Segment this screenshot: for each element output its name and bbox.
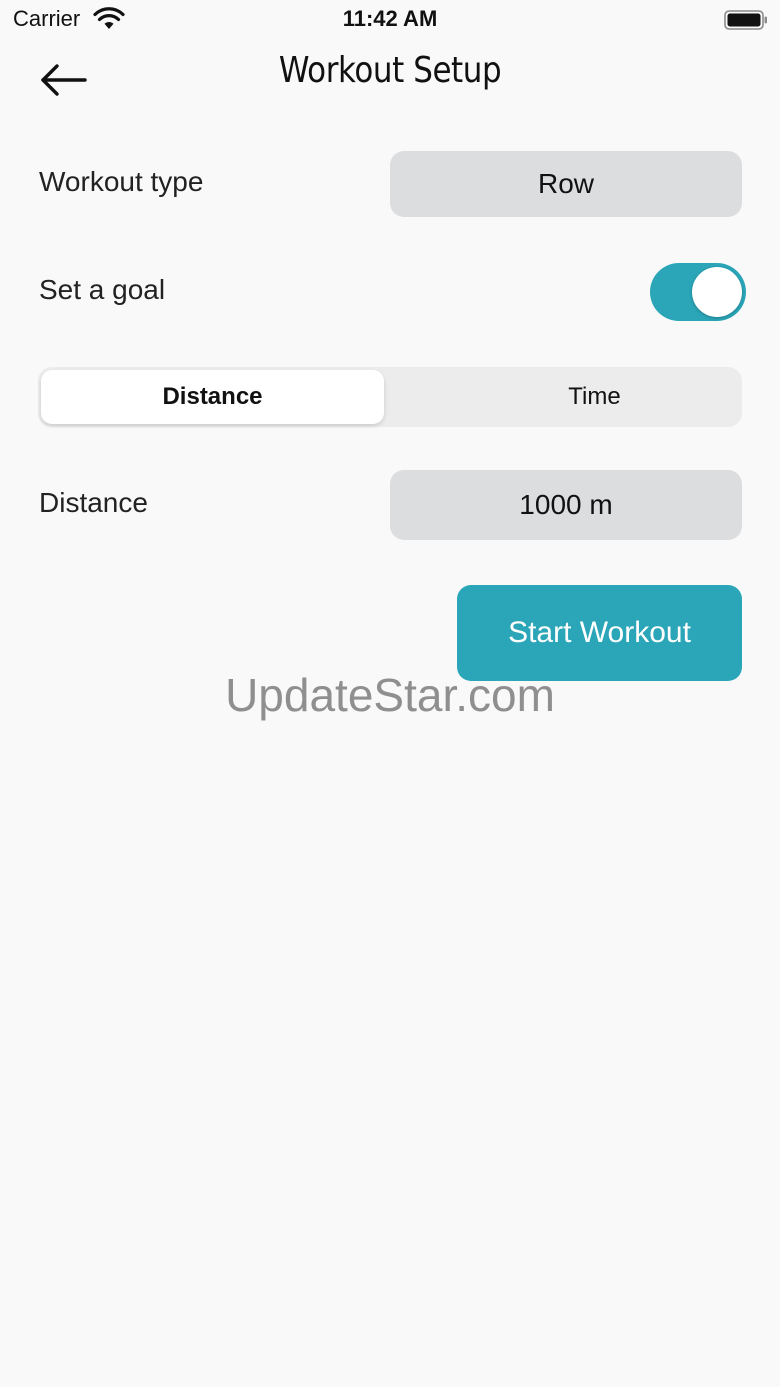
- distance-value: 1000 m: [519, 489, 613, 520]
- toggle-knob: [692, 267, 742, 317]
- workout-type-value: Row: [537, 168, 594, 199]
- segment-time[interactable]: Time: [423, 370, 766, 424]
- start-workout-button[interactable]: Start Workout: [457, 585, 742, 681]
- distance-select[interactable]: 1000 m: [390, 470, 742, 540]
- workout-type-label: Workout type: [39, 166, 204, 197]
- battery-icon: [724, 10, 767, 30]
- segment-distance[interactable]: Distance: [41, 370, 384, 424]
- set-goal-label: Set a goal: [39, 274, 166, 305]
- status-time: 11:42 AM: [342, 6, 438, 31]
- page-title: Workout Setup: [278, 50, 502, 91]
- workout-type-select[interactable]: Row: [390, 151, 742, 217]
- set-goal-toggle[interactable]: [650, 263, 746, 321]
- goal-mode-segmented-control: Distance Time: [38, 367, 742, 427]
- distance-label: Distance: [39, 487, 148, 518]
- status-bar: Carrier 11:42 AM: [0, 0, 780, 40]
